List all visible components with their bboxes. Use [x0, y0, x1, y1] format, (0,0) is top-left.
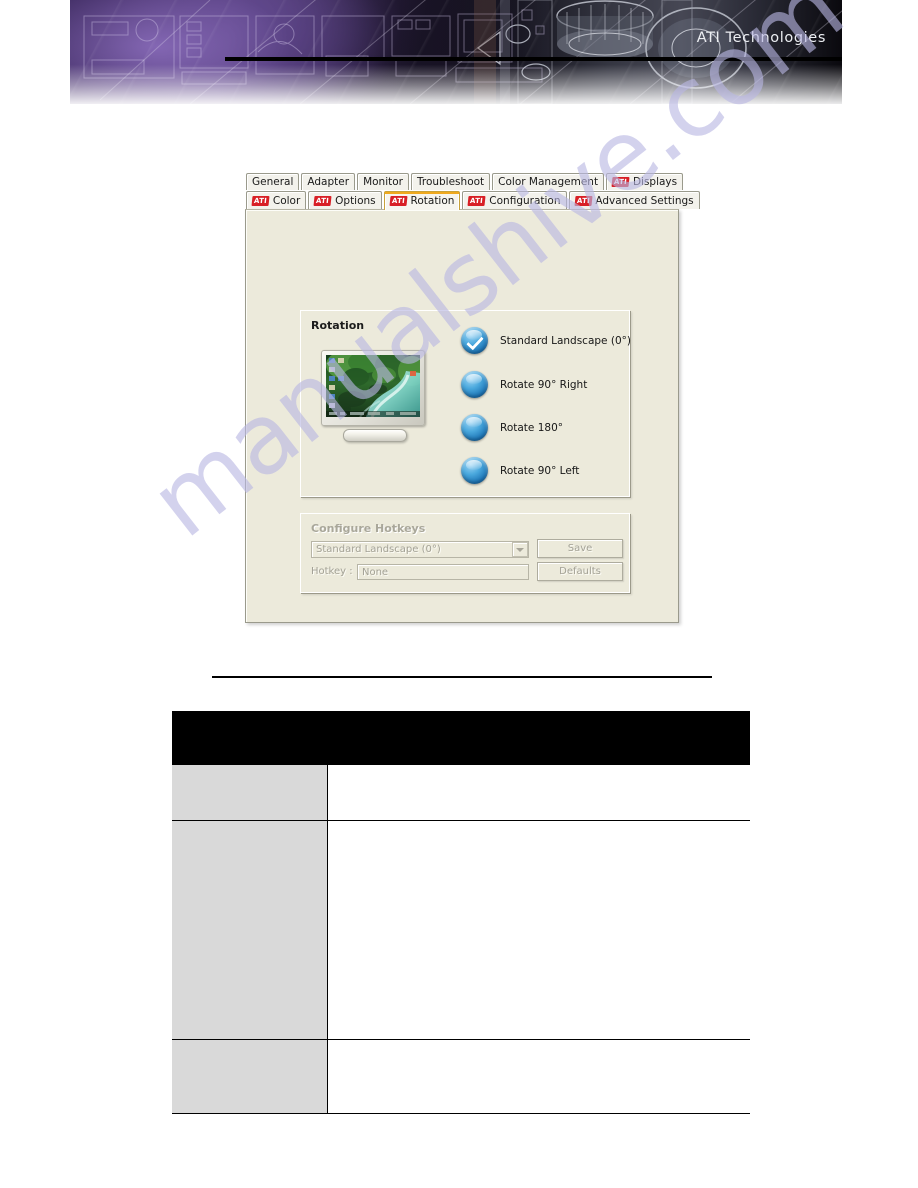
tab-advanced-settings-label: Advanced Settings: [595, 194, 694, 207]
hotkey-input[interactable]: None: [357, 564, 529, 580]
banner-bottom-fade: [70, 0, 842, 104]
monitor-stand: [343, 429, 407, 442]
monitor-screen: [326, 355, 420, 417]
hotkey-input-value: None: [362, 566, 389, 578]
tab-options[interactable]: ATI Options: [308, 191, 382, 209]
table-row-label-cell: [172, 821, 328, 1040]
rotation-groupbox: Rotation Standard Landscape (0°) Rotate …: [300, 310, 631, 497]
save-button[interactable]: Save: [537, 539, 623, 558]
tab-configuration-label: Configuration: [489, 194, 561, 207]
rotation-option-rotate-90-right[interactable]: Rotate 90° Right: [461, 371, 587, 398]
ati-logo-icon: ATI: [467, 195, 486, 206]
hotkey-field-label: Hotkey :: [311, 566, 353, 577]
rotation-option-2-label: Rotate 180°: [500, 421, 564, 434]
ati-logo-icon: ATI: [389, 195, 408, 206]
table-row-2-label: [172, 1039, 186, 1061]
radio-selected-icon[interactable]: [461, 327, 488, 354]
tab-general-label: General: [252, 175, 294, 188]
hotkey-profile-value: Standard Landscape (0°): [316, 544, 441, 555]
table-row-label-cell: [172, 765, 328, 821]
table-row-1-label: [172, 820, 186, 842]
section-divider-rule: [212, 676, 712, 678]
table-row-0-label: [172, 764, 186, 786]
ati-logo-icon: ATI: [251, 195, 270, 206]
table-header-text: [172, 710, 186, 732]
tab-monitor[interactable]: Monitor: [357, 173, 409, 190]
banner-title: ATI Technologies: [696, 30, 826, 46]
rotation-option-1-label: Rotate 90° Right: [500, 378, 588, 391]
tab-row-primary: General Adapter Monitor Troubleshoot Col…: [245, 173, 684, 190]
ati-logo-icon: ATI: [573, 195, 592, 206]
tab-color-label: Color: [272, 194, 301, 207]
ati-logo-icon: ATI: [611, 177, 630, 187]
radio-unselected-icon[interactable]: [461, 414, 488, 441]
tab-color[interactable]: ATI Color: [246, 191, 307, 209]
table-row-1-body: [328, 820, 342, 842]
table-row: [172, 821, 750, 1040]
tab-displays[interactable]: ATI Displays: [606, 173, 684, 190]
tab-troubleshoot[interactable]: Troubleshoot: [410, 173, 491, 190]
page-header-banner: ATI Technologies: [70, 0, 842, 104]
tab-general[interactable]: General: [246, 173, 300, 190]
table-row-label-cell: [172, 1040, 328, 1114]
table-row: [172, 1040, 750, 1114]
tab-adapter-label: Adapter: [307, 175, 350, 188]
reference-table: [172, 711, 750, 1114]
radio-unselected-icon[interactable]: [461, 457, 488, 484]
banner-horizontal-rule: [225, 57, 842, 61]
rotation-tab-panel: Rotation Standard Landscape (0°) Rotate …: [245, 209, 679, 623]
tab-monitor-label: Monitor: [363, 175, 403, 188]
tab-adapter[interactable]: Adapter: [301, 173, 356, 190]
tab-color-management-label: Color Management: [498, 175, 599, 188]
rotation-option-3-label: Rotate 90° Left: [500, 464, 580, 477]
tab-rotation-label: Rotation: [410, 194, 455, 207]
table-row-body-cell: [328, 821, 750, 1040]
tab-displays-label: Displays: [632, 175, 678, 188]
table-header-bar: [172, 711, 750, 765]
defaults-button[interactable]: Defaults: [537, 562, 623, 581]
radio-unselected-icon[interactable]: [461, 371, 488, 398]
desktop-wallpaper-forest-stream: [326, 355, 420, 417]
table-row-0-body: [328, 764, 342, 786]
table-row: [172, 765, 750, 821]
display-properties-dialog: General Adapter Monitor Troubleshoot Col…: [245, 173, 700, 623]
tab-options-label: Options: [335, 194, 376, 207]
monitor-preview: [321, 350, 429, 446]
tab-advanced-settings[interactable]: ATI Advanced Settings: [568, 191, 700, 209]
ati-logo-icon: ATI: [313, 195, 332, 206]
tab-row-secondary: ATI Color ATI Options ATI Rotation ATI C…: [245, 191, 700, 210]
table-row-body-cell: [328, 1040, 750, 1114]
tab-troubleshoot-label: Troubleshoot: [416, 175, 485, 188]
hotkey-profile-dropdown[interactable]: Standard Landscape (0°): [311, 541, 529, 558]
table-row-2-body: [328, 1039, 342, 1061]
tab-rotation[interactable]: ATI Rotation: [383, 191, 461, 210]
rotation-group-title: Rotation: [311, 319, 365, 332]
rotation-option-0-label: Standard Landscape (0°): [500, 334, 631, 347]
configure-hotkeys-group-title: Configure Hotkeys: [311, 522, 426, 535]
table-row-body-cell: [328, 765, 750, 821]
chevron-down-icon[interactable]: [512, 542, 528, 557]
rotation-option-rotate-90-left[interactable]: Rotate 90° Left: [461, 457, 579, 484]
configure-hotkeys-groupbox: Configure Hotkeys Standard Landscape (0°…: [300, 513, 630, 593]
rotation-option-standard-landscape[interactable]: Standard Landscape (0°): [461, 327, 631, 354]
tab-configuration[interactable]: ATI Configuration: [462, 191, 567, 209]
tab-color-management[interactable]: Color Management: [492, 173, 605, 190]
rotation-option-rotate-180[interactable]: Rotate 180°: [461, 414, 563, 441]
